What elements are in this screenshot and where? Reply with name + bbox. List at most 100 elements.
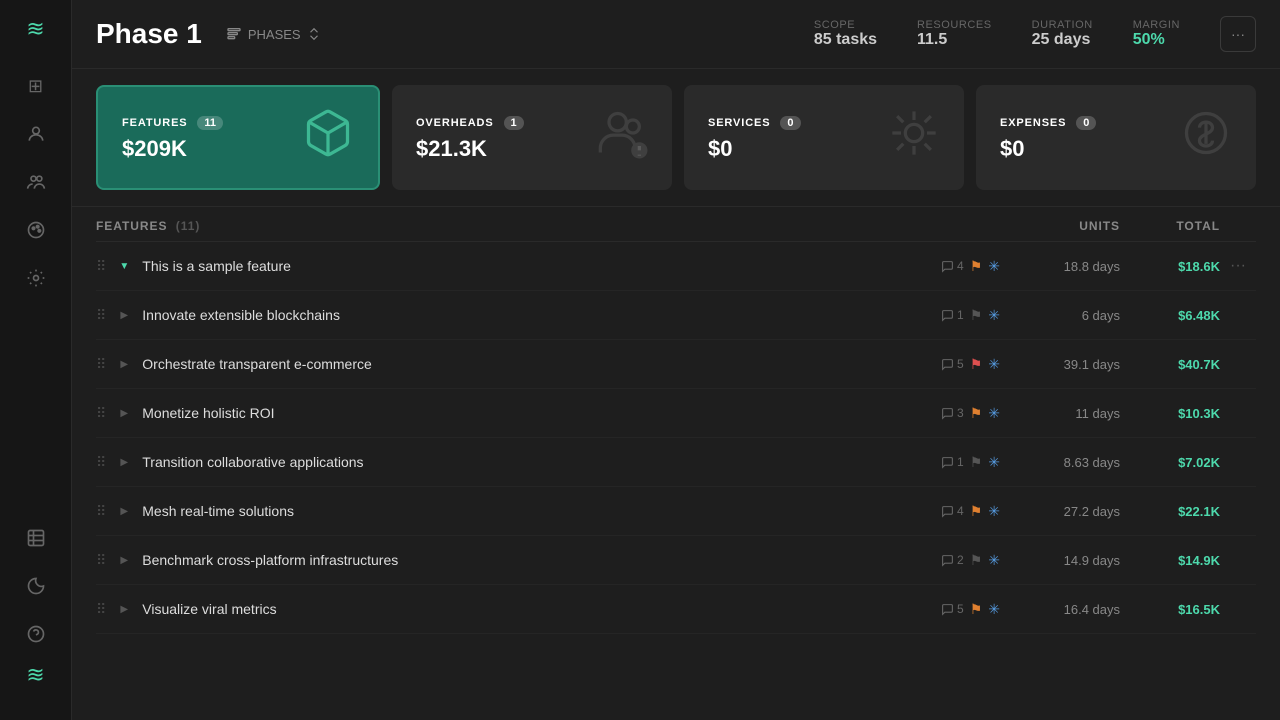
bottom-logo[interactable]: ≋: [26, 662, 44, 688]
row-units: 39.1 days: [1000, 357, 1120, 372]
drag-handle: ⠿: [96, 307, 106, 324]
row-tags: 2 ⚑ ✳: [941, 552, 1000, 569]
features-label: FEATURES: [96, 219, 167, 233]
table-row[interactable]: ⠿ ▶ Mesh real-time solutions 4 ⚑ ✳ 27.2 …: [96, 487, 1256, 536]
table-row[interactable]: ⠿ ▼ This is a sample feature 4 ⚑ ✳ 18.8 …: [96, 242, 1256, 291]
col-units-header: UNITS: [1000, 219, 1120, 233]
card-features[interactable]: FEATURES 11 $209K: [96, 85, 380, 190]
row-total: $16.5K: [1120, 602, 1220, 617]
row-units: 11 days: [1000, 406, 1120, 421]
features-count: (11): [176, 219, 201, 233]
table-row[interactable]: ⠿ ▶ Benchmark cross-platform infrastruct…: [96, 536, 1256, 585]
settings-icon[interactable]: [16, 258, 56, 298]
star-icon: ✳: [988, 356, 1000, 373]
stat-margin: MARGIN 50%: [1133, 19, 1180, 49]
card-overheads-badge: 1: [504, 116, 524, 130]
margin-label: MARGIN: [1133, 19, 1180, 31]
moon-icon[interactable]: [16, 566, 56, 606]
expand-toggle[interactable]: ▶: [114, 305, 134, 325]
row-feature-name: Visualize viral metrics: [142, 601, 931, 617]
palette-icon[interactable]: [16, 210, 56, 250]
drag-handle: ⠿: [96, 503, 106, 520]
expand-toggle[interactable]: ▶: [114, 501, 134, 521]
card-services[interactable]: SERVICES 0 $0: [684, 85, 964, 190]
task-count: 1: [941, 308, 964, 322]
row-feature-name: Transition collaborative applications: [142, 454, 931, 470]
row-more-button[interactable]: ···: [1220, 257, 1256, 275]
row-tags: 5 ⚑ ✳: [941, 356, 1000, 373]
header-left: Phase 1 PHASES: [96, 18, 329, 50]
users-icon[interactable]: [16, 114, 56, 154]
expand-toggle[interactable]: ▶: [114, 599, 134, 619]
row-tags: 4 ⚑ ✳: [941, 258, 1000, 275]
flag-icon: ⚑: [970, 454, 983, 471]
row-units: 16.4 days: [1000, 602, 1120, 617]
logo[interactable]: ≋: [26, 16, 44, 42]
task-count: 2: [941, 553, 964, 567]
header: Phase 1 PHASES SCOPE 85 tasks RESOURCES: [72, 0, 1280, 69]
card-services-label: SERVICES: [708, 117, 770, 129]
row-feature-name: Benchmark cross-platform infrastructures: [142, 552, 931, 568]
drag-handle: ⠿: [96, 258, 106, 275]
row-feature-name: Innovate extensible blockchains: [142, 307, 931, 323]
star-icon: ✳: [988, 258, 1000, 275]
header-more-button[interactable]: ···: [1220, 16, 1256, 52]
task-count: 1: [941, 455, 964, 469]
drag-handle: ⠿: [96, 552, 106, 569]
task-count: 5: [941, 602, 964, 616]
stat-scope: SCOPE 85 tasks: [814, 19, 877, 49]
row-units: 14.9 days: [1000, 553, 1120, 568]
card-expenses-value: $0: [1000, 136, 1096, 162]
stat-duration: DURATION 25 days: [1032, 19, 1093, 49]
star-icon: ✳: [988, 503, 1000, 520]
row-total: $6.48K: [1120, 308, 1220, 323]
team-icon[interactable]: [16, 162, 56, 202]
stat-resources: RESOURCES 11.5: [917, 19, 992, 49]
flag-icon: ⚑: [970, 601, 983, 618]
table-row[interactable]: ⠿ ▶ Transition collaborative application…: [96, 438, 1256, 487]
flag-icon: ⚑: [970, 307, 983, 324]
grid-icon[interactable]: ⊞: [16, 66, 56, 106]
flag-icon: ⚑: [970, 552, 983, 569]
flag-icon: ⚑: [970, 258, 983, 275]
expand-toggle[interactable]: ▶: [114, 354, 134, 374]
card-features-info: FEATURES 11 $209K: [122, 113, 223, 162]
sidebar-bottom: ≋: [16, 518, 56, 704]
drag-handle: ⠿: [96, 454, 106, 471]
sidebar: ≋ ⊞: [0, 0, 72, 720]
star-icon: ✳: [988, 405, 1000, 422]
phases-button[interactable]: PHASES: [218, 22, 329, 46]
star-icon: ✳: [988, 601, 1000, 618]
card-expenses[interactable]: EXPENSES 0 $0: [976, 85, 1256, 190]
expand-toggle[interactable]: ▶: [114, 550, 134, 570]
card-overheads-label: OVERHEADS: [416, 117, 494, 129]
header-right: SCOPE 85 tasks RESOURCES 11.5 DURATION 2…: [814, 16, 1256, 52]
expand-toggle[interactable]: ▼: [114, 256, 134, 276]
row-total: $40.7K: [1120, 357, 1220, 372]
drag-handle: ⠿: [96, 356, 106, 373]
task-count: 4: [941, 259, 964, 273]
col-total-header: TOTAL: [1120, 219, 1220, 233]
row-units: 18.8 days: [1000, 259, 1120, 274]
expand-toggle[interactable]: ▶: [114, 403, 134, 423]
row-feature-name: Monetize holistic ROI: [142, 405, 931, 421]
table-icon[interactable]: [16, 518, 56, 558]
table-row[interactable]: ⠿ ▶ Orchestrate transparent e-commerce 5…: [96, 340, 1256, 389]
flag-icon: ⚑: [970, 405, 983, 422]
help-icon[interactable]: [16, 614, 56, 654]
row-units: 8.63 days: [1000, 455, 1120, 470]
task-count: 5: [941, 357, 964, 371]
task-count: 3: [941, 406, 964, 420]
table-section-label: FEATURES (11): [96, 219, 1000, 233]
table-row[interactable]: ⠿ ▶ Innovate extensible blockchains 1 ⚑ …: [96, 291, 1256, 340]
drag-handle: ⠿: [96, 601, 106, 618]
card-overheads[interactable]: OVERHEADS 1 $21.3K: [392, 85, 672, 190]
flag-icon: ⚑: [970, 356, 983, 373]
card-features-icon: [302, 107, 354, 168]
table-row[interactable]: ⠿ ▶ Visualize viral metrics 5 ⚑ ✳ 16.4 d…: [96, 585, 1256, 634]
row-units: 6 days: [1000, 308, 1120, 323]
row-total: $7.02K: [1120, 455, 1220, 470]
table-row[interactable]: ⠿ ▶ Monetize holistic ROI 3 ⚑ ✳ 11 days …: [96, 389, 1256, 438]
expand-toggle[interactable]: ▶: [114, 452, 134, 472]
card-services-value: $0: [708, 136, 801, 162]
